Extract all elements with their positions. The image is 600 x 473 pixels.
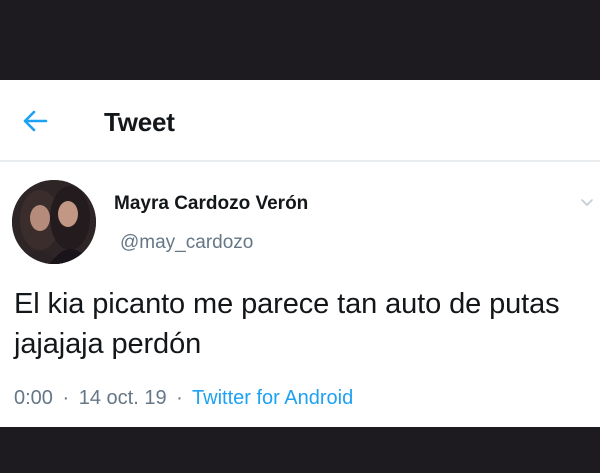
top-frame <box>0 0 600 80</box>
header-divider <box>0 160 600 162</box>
app-header: Tweet <box>0 80 600 160</box>
avatar[interactable] <box>12 180 96 264</box>
tweet-source-link[interactable]: Twitter for Android <box>192 387 353 409</box>
bottom-frame <box>0 427 600 473</box>
back-button[interactable] <box>18 104 52 138</box>
avatar-photo <box>12 180 96 264</box>
tweet-time: 0:00 <box>14 387 53 409</box>
meta-separator: · <box>176 387 183 409</box>
tweet-date: 14 oct. 19 <box>78 387 167 409</box>
tweet-meta: 0:00 · 14 oct. 19 · Twitter for Android <box>14 387 353 410</box>
tweet-text: El kia picanto me parece tan auto de put… <box>14 288 560 360</box>
tweet-screen: Tweet Mayra Cardozo Verón @may_cardozo E… <box>0 80 600 427</box>
page-title: Tweet <box>104 107 175 137</box>
author-name[interactable]: Mayra Cardozo Verón <box>114 193 308 215</box>
arrow-left-icon <box>23 110 48 132</box>
author-handle[interactable]: @may_cardozo <box>120 232 253 254</box>
meta-separator: · <box>62 387 70 409</box>
chevron-down-icon[interactable] <box>580 196 594 210</box>
